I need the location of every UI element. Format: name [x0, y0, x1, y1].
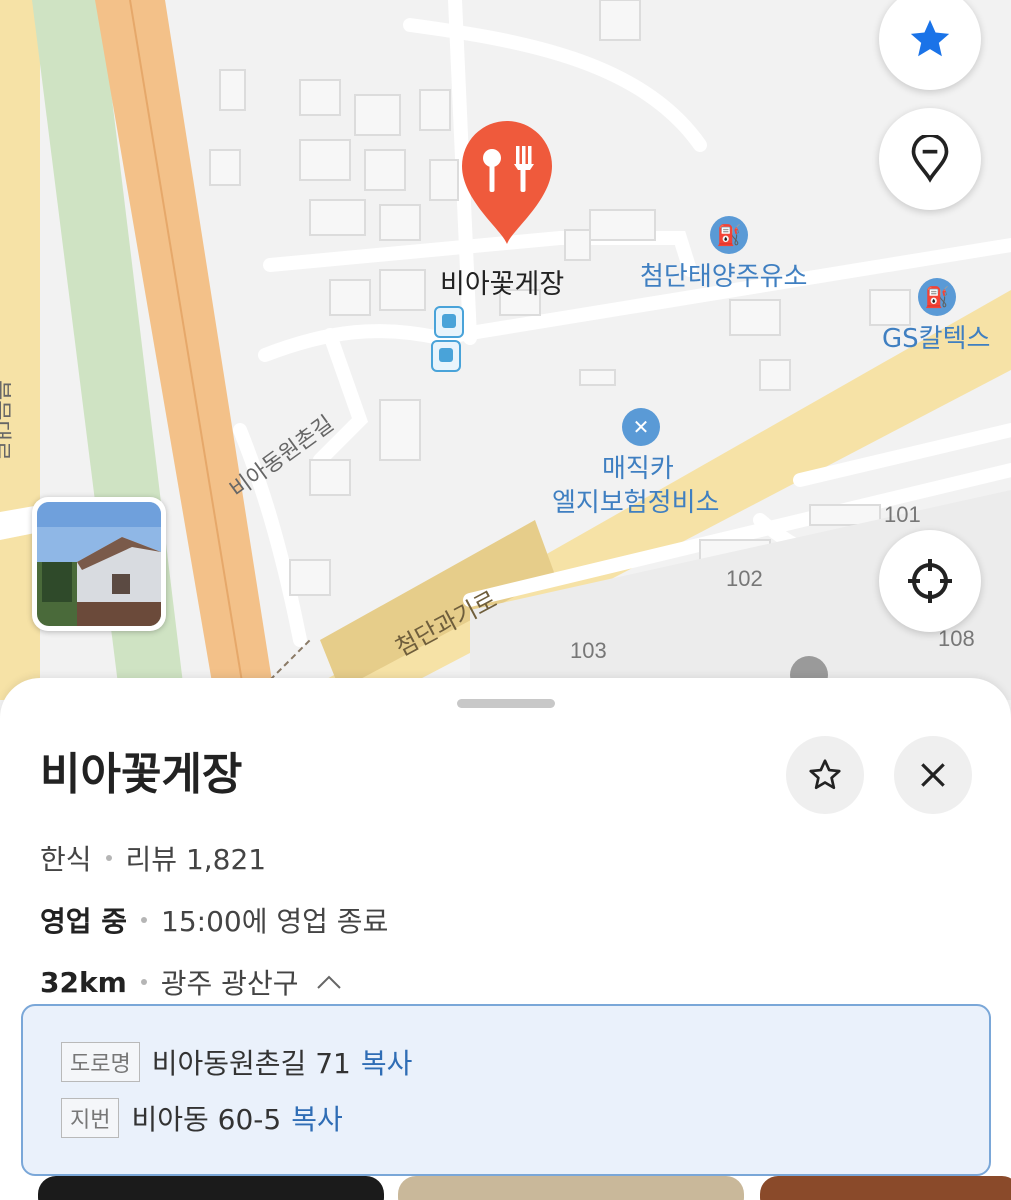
road-address-tag: 도로명 [61, 1042, 140, 1082]
street-view-image [37, 502, 161, 626]
review-count-link[interactable]: 리뷰 1,821 [126, 838, 267, 878]
photo-thumbnail[interactable] [398, 1176, 744, 1200]
lot-address: 비아동 60-5 [131, 1103, 282, 1136]
chevron-up-icon[interactable] [316, 973, 342, 991]
road-address: 비아동원촌길 71 [151, 1047, 351, 1080]
photo-thumbnail[interactable] [760, 1176, 1011, 1200]
distance-region-row[interactable]: 32km 광주 광산구 [40, 962, 342, 1002]
road-address-row: 도로명 비아동원촌길 71 복사 [61, 1042, 412, 1082]
star-filled-icon [910, 19, 950, 57]
current-location-button[interactable] [879, 530, 981, 632]
pin-location-button[interactable] [879, 108, 981, 210]
place-detail-sheet[interactable]: 비아꽃게장 한식 리뷰 1,821 영업 중 15:00에 영업 종료 32km… [0, 678, 1011, 1200]
poi-label-gas-station[interactable]: 첨단태양주유소 [640, 256, 807, 293]
building-number: 103 [570, 638, 607, 663]
poi-label-gs-caltex[interactable]: GS칼텍스 [882, 318, 990, 355]
distance: 32km [40, 965, 127, 999]
close-icon [921, 763, 945, 787]
separator-dot [105, 855, 112, 861]
save-star-button[interactable] [786, 736, 864, 814]
poi-label-repair-line2[interactable]: 엘지보험정비소 [552, 482, 719, 519]
photo-thumbnail[interactable] [38, 1176, 384, 1200]
business-hours-row[interactable]: 영업 중 15:00에 영업 종료 [40, 900, 388, 940]
street-view-thumbnail[interactable] [32, 497, 166, 631]
poi-label-repair-line1[interactable]: 매직카 [602, 448, 674, 485]
gas-station-icon[interactable]: ⛽ [918, 278, 956, 316]
separator-dot [141, 917, 148, 923]
place-title: 비아꽃게장 [40, 749, 243, 800]
lot-address-row: 지번 비아동 60-5 복사 [61, 1098, 343, 1138]
open-status: 영업 중 [40, 905, 128, 938]
category-review-row: 한식 리뷰 1,821 [40, 838, 266, 878]
marker-label[interactable]: 비아꽃게장 [440, 262, 564, 301]
bus-stop-icon[interactable] [434, 306, 464, 338]
category-label: 한식 [40, 843, 92, 876]
building-number: 102 [726, 566, 763, 591]
map-view[interactable]: 비아꽃게장 ⛽ 첨단태양주유소 ⛽ GS칼텍스 ✕ 매직카 엘지보험정비소 북문… [0, 0, 1011, 700]
lot-address-tag: 지번 [61, 1098, 120, 1138]
separator-dot [140, 979, 147, 985]
sheet-drag-handle[interactable] [457, 699, 555, 708]
star-outline-icon [809, 759, 841, 790]
gas-station-icon[interactable]: ⛽ [710, 216, 748, 254]
address-panel: 도로명 비아동원촌길 71 복사 지번 비아동 60-5 복사 [21, 1004, 991, 1176]
restaurant-marker-icon[interactable] [458, 118, 556, 246]
pin-minus-icon [911, 135, 949, 183]
closing-time: 15:00에 영업 종료 [161, 905, 389, 938]
repair-icon[interactable]: ✕ [622, 408, 660, 446]
copy-lot-address-button[interactable]: 복사 [291, 1098, 343, 1138]
copy-road-address-button[interactable]: 복사 [361, 1042, 413, 1082]
region: 광주 광산구 [160, 967, 299, 1000]
close-button[interactable] [894, 736, 972, 814]
crosshair-icon [908, 559, 952, 603]
building-number: 101 [884, 502, 921, 527]
bus-stop-icon[interactable] [431, 340, 461, 372]
road-label-bukmundaero: 북문대로 [0, 380, 12, 461]
